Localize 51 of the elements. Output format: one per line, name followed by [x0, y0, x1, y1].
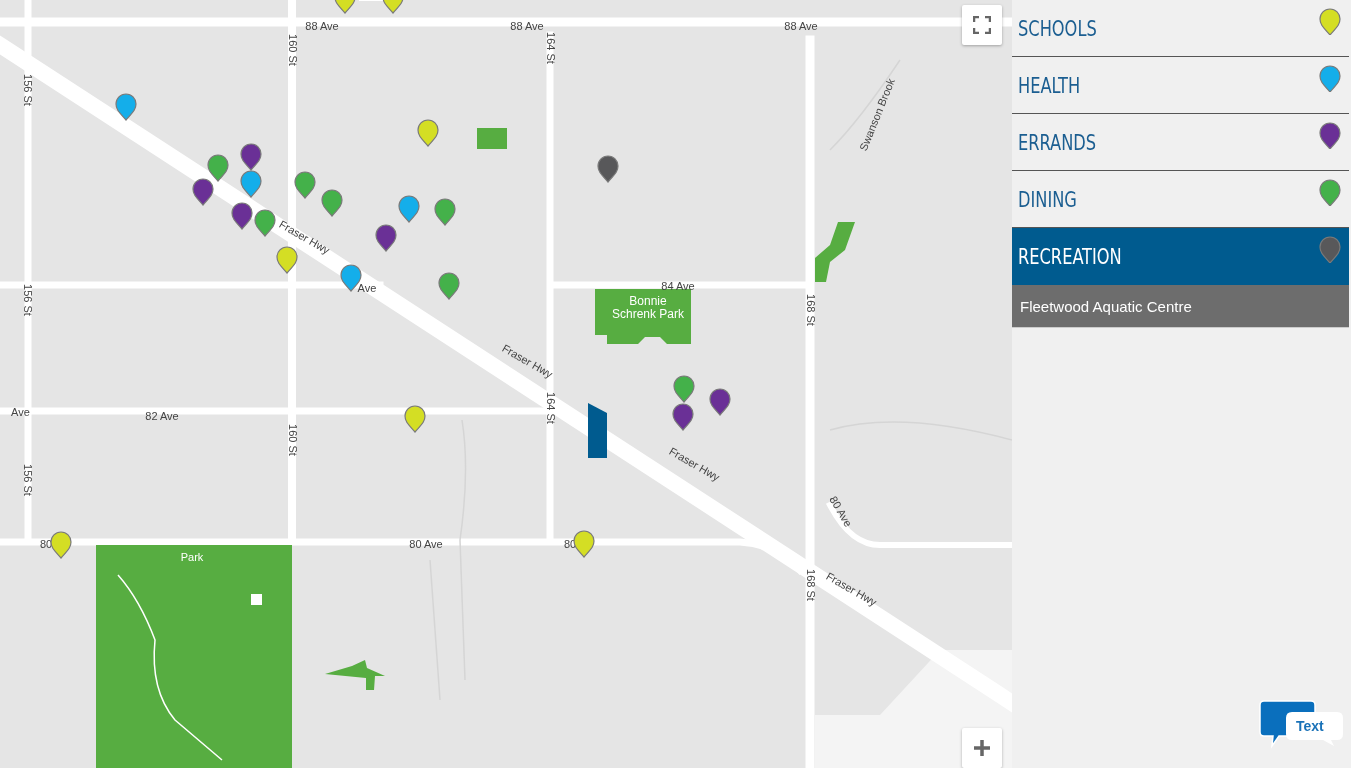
category-label: SCHOOLS — [1018, 15, 1097, 41]
category-tab[interactable]: SCHOOLS — [1012, 0, 1349, 57]
street-label: 88 Ave — [305, 19, 339, 32]
street-label: Ave — [11, 405, 30, 418]
place-item[interactable]: Fleetwood Aquatic Centre — [1012, 285, 1349, 328]
map-pin-icon[interactable] — [375, 224, 397, 252]
street-label: 168 St — [805, 569, 818, 601]
map-pin-icon[interactable] — [240, 170, 262, 198]
street-label: 88 Ave — [510, 19, 544, 32]
street-label: 80 Ave — [409, 537, 443, 550]
park-area — [815, 222, 855, 282]
map-pin-icon[interactable] — [597, 155, 619, 183]
street-label: 80 Ave — [827, 493, 855, 529]
park-label: Bonnie Schrenk Park — [612, 294, 684, 321]
map-pin-icon[interactable] — [276, 246, 298, 274]
street-label: 160 St — [287, 424, 300, 456]
category-tab[interactable]: RECREATION — [1012, 228, 1349, 285]
zoom-in-button[interactable] — [962, 728, 1002, 768]
fullscreen-button[interactable] — [962, 5, 1002, 45]
street-label: 82 Ave — [145, 409, 179, 422]
plus-icon — [973, 739, 991, 757]
street-label: Ave — [357, 281, 377, 294]
map-pin-icon[interactable] — [254, 209, 276, 237]
map-pin-icon[interactable] — [207, 154, 229, 182]
street-label: 156 St — [22, 464, 35, 496]
street-label: 164 St — [545, 392, 558, 424]
category-label: ERRANDS — [1018, 129, 1097, 155]
map-pin-icon[interactable] — [294, 171, 316, 199]
map-pin-icon[interactable] — [115, 93, 137, 121]
category-tab[interactable]: HEALTH — [1012, 57, 1349, 114]
street-label: 160 St — [287, 34, 300, 66]
street-label: 84 Ave — [661, 279, 695, 292]
street-label: 88 Ave — [784, 19, 818, 32]
category-tab[interactable]: ERRANDS — [1012, 114, 1349, 171]
fullscreen-icon — [973, 16, 991, 34]
map-pin-icon[interactable] — [404, 405, 426, 433]
street-label: 156 St — [22, 284, 35, 316]
category-label: HEALTH — [1018, 72, 1081, 98]
street-label: 168 St — [805, 294, 818, 326]
text-chat-button[interactable]: Text — [1259, 700, 1345, 754]
map-pin-icon[interactable] — [192, 178, 214, 206]
park-area — [325, 660, 385, 690]
map-pin-icon[interactable] — [231, 202, 253, 230]
street-label: 156 St — [22, 74, 35, 106]
map-pin-icon[interactable] — [709, 388, 731, 416]
park-label: Park — [180, 550, 204, 563]
category-label: RECREATION — [1018, 244, 1122, 269]
category-label: DINING — [1018, 186, 1077, 212]
map-pin-icon[interactable] — [240, 143, 262, 171]
street-label: 164 St — [545, 32, 558, 64]
map-pin-icon[interactable] — [672, 403, 694, 431]
